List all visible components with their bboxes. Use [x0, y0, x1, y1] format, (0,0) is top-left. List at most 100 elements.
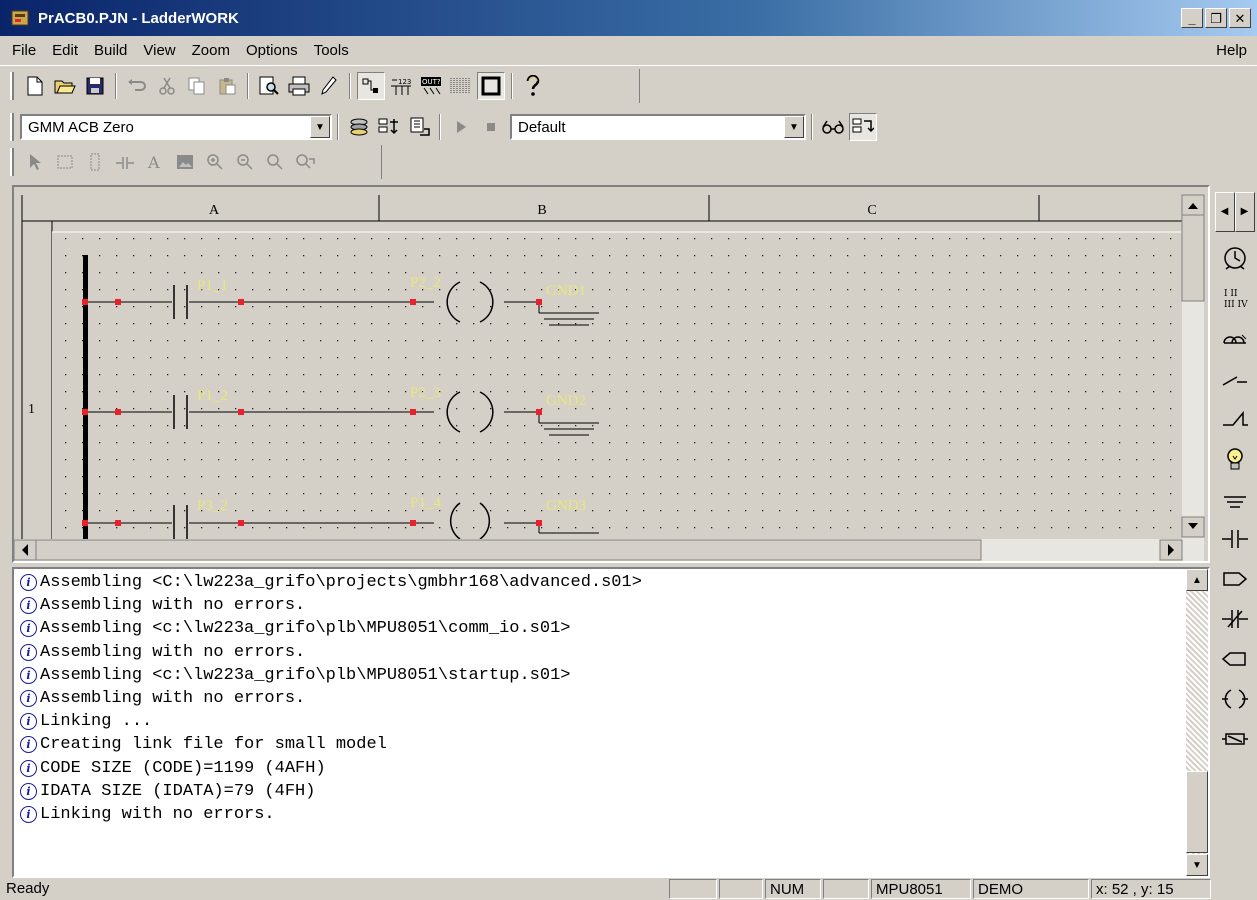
zoom-in-icon[interactable] [201, 148, 229, 176]
column-header-a[interactable]: A [209, 203, 220, 218]
paste-clipboard-icon[interactable] [213, 72, 241, 100]
close-button[interactable]: ✕ [1229, 8, 1251, 28]
print-preview-icon[interactable] [255, 72, 283, 100]
run-play-icon[interactable] [447, 113, 475, 141]
counter-roman-icon[interactable]: I II III IV [1215, 280, 1255, 318]
log-line[interactable]: i Assembling <c:\lw223a_grifo\plb\MPU8051… [20, 617, 1178, 640]
address-table-icon[interactable]: 123 [387, 72, 415, 100]
coil-icon[interactable] [1215, 680, 1255, 718]
coil-label[interactable]: P1_4 [410, 495, 441, 511]
ladder-vertical-scrollbar[interactable] [1181, 194, 1205, 539]
text-tool-icon[interactable]: A [141, 148, 169, 176]
menu-file[interactable]: File [4, 42, 44, 59]
cut-scissors-icon[interactable] [153, 72, 181, 100]
scroll-thumb[interactable] [1181, 214, 1205, 302]
border-frame-icon[interactable] [477, 72, 505, 100]
palette-right-arrow-icon[interactable]: ▶ [1234, 192, 1255, 232]
rung-number[interactable]: 1 [28, 402, 35, 417]
wire-node[interactable] [115, 299, 121, 305]
wire-node[interactable] [410, 299, 416, 305]
contact-label[interactable]: P1_1 [197, 278, 228, 294]
menu-tools[interactable]: Tools [306, 42, 357, 59]
ground-label[interactable]: GND2 [546, 393, 586, 409]
toolbar-grip[interactable] [10, 148, 14, 176]
open-folder-icon[interactable] [51, 72, 79, 100]
output-tag-icon[interactable] [1215, 560, 1255, 598]
function-block-icon[interactable] [1215, 720, 1255, 758]
column-header-b[interactable]: B [537, 203, 546, 218]
target-select[interactable]: GMM ACB Zero ▼ [20, 114, 332, 140]
show-nodes-icon[interactable] [357, 72, 385, 100]
chevron-down-icon[interactable]: ▼ [310, 116, 330, 138]
log-line[interactable]: i Assembling with no errors. [20, 687, 1178, 710]
wire-node[interactable] [238, 520, 244, 526]
scroll-down-button[interactable]: ▼ [1186, 854, 1208, 876]
select-column-icon[interactable] [81, 148, 109, 176]
menu-build[interactable]: Build [86, 42, 135, 59]
wire-node[interactable] [115, 520, 121, 526]
ground-label[interactable]: GND3 [546, 498, 586, 514]
save-disk-icon[interactable] [81, 72, 109, 100]
scroll-up-button[interactable]: ▲ [1186, 569, 1208, 591]
menu-help[interactable]: Help [1216, 42, 1247, 59]
restore-button[interactable]: ❐ [1205, 8, 1227, 28]
log-line[interactable]: i Linking with no errors. [20, 803, 1178, 826]
log-vertical-scrollbar[interactable]: ▲ ▼ [1186, 569, 1208, 876]
stop-icon[interactable] [477, 113, 505, 141]
monitor-toggle-icon[interactable] [849, 113, 877, 141]
wire-node[interactable] [536, 520, 542, 526]
timer-clock-icon[interactable] [1215, 240, 1255, 278]
scroll-thumb[interactable] [35, 539, 982, 561]
grid-icon[interactable] [447, 72, 475, 100]
zoom-out-icon[interactable] [231, 148, 259, 176]
log-line[interactable]: i Assembling <C:\lw223a_grifo\projects\gm… [20, 571, 1178, 594]
zoom-fit-icon[interactable] [291, 148, 319, 176]
lamp-bulb-icon[interactable] [1215, 440, 1255, 478]
undo-icon[interactable] [123, 72, 151, 100]
toolbar-grip[interactable] [10, 113, 14, 141]
title-bar[interactable]: PrACB0.PJN - LadderWORK _ ❐ ✕ [0, 0, 1257, 36]
minimize-button[interactable]: _ [1181, 8, 1203, 28]
upload-icon[interactable] [405, 113, 433, 141]
coil-label[interactable]: P2_3 [410, 385, 441, 401]
wire-node[interactable] [410, 520, 416, 526]
new-file-icon[interactable] [21, 72, 49, 100]
ladder-horizontal-scrollbar[interactable] [14, 539, 1204, 561]
image-tool-icon[interactable] [171, 148, 199, 176]
configuration-select[interactable]: Default ▼ [510, 114, 806, 140]
log-line[interactable]: i Assembling <c:\lw223a_grifo\plb\MPU8051… [20, 664, 1178, 687]
download-icon[interactable] [375, 113, 403, 141]
wire-node[interactable] [536, 299, 542, 305]
app-icon[interactable] [10, 8, 30, 28]
insert-contact-icon[interactable] [111, 148, 139, 176]
log-line[interactable]: i Assembling with no errors. [20, 641, 1178, 664]
wire-node[interactable] [410, 409, 416, 415]
menu-options[interactable]: Options [238, 42, 306, 59]
wire-node[interactable] [536, 409, 542, 415]
column-header-c[interactable]: C [867, 203, 876, 218]
wire-node[interactable] [238, 409, 244, 415]
log-line[interactable]: i Assembling with no errors. [20, 594, 1178, 617]
select-arrow-icon[interactable] [21, 148, 49, 176]
select-rectangle-icon[interactable] [51, 148, 79, 176]
output-log[interactable]: i Assembling <C:\lw223a_grifo\projects\gm… [12, 567, 1210, 878]
log-line[interactable]: i CODE SIZE (CODE)=1199 (4AFH) [20, 757, 1178, 780]
contact-label[interactable]: P1_2 [197, 388, 228, 404]
compile-stack-icon[interactable] [345, 113, 373, 141]
zoom-window-icon[interactable] [261, 148, 289, 176]
scroll-thumb[interactable] [1186, 771, 1208, 853]
log-line[interactable]: i Linking ... [20, 710, 1178, 733]
print-icon[interactable] [285, 72, 313, 100]
menu-view[interactable]: View [135, 42, 183, 59]
chevron-down-icon[interactable]: ▼ [784, 116, 804, 138]
ladder-editor[interactable]: A B C 1 P1_1 P2_2 GND1 P1_2 P2_3 GND2 P3… [12, 185, 1210, 563]
help-question-icon[interactable] [519, 72, 547, 100]
menu-edit[interactable]: Edit [44, 42, 86, 59]
wire-node[interactable] [82, 409, 88, 415]
toolbar-grip[interactable] [10, 72, 14, 100]
coil-label[interactable]: P2_2 [410, 275, 441, 291]
falling-edge-icon[interactable] [1215, 400, 1255, 438]
log-line[interactable]: i IDATA SIZE (IDATA)=79 (4FH) [20, 780, 1178, 803]
edit-pencil-icon[interactable] [315, 72, 343, 100]
input-tag-icon[interactable] [1215, 640, 1255, 678]
